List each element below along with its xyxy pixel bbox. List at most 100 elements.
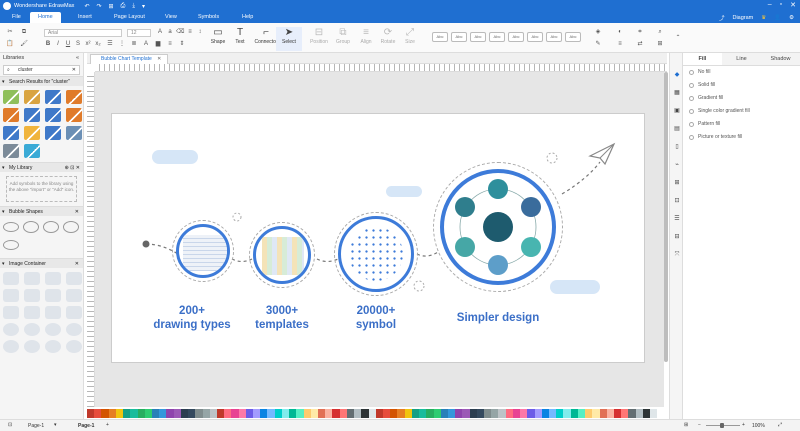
tab-home[interactable]: Home [30, 12, 61, 23]
quick-access-dropdown-icon[interactable]: ▾ [142, 3, 145, 10]
bubble-shape-thumb[interactable] [3, 222, 19, 232]
palette-swatch[interactable] [195, 409, 203, 418]
tab-line[interactable]: Line [722, 53, 761, 65]
bubble-drawing-types[interactable] [176, 224, 230, 278]
palette-swatch[interactable] [592, 409, 600, 418]
text-format-icon[interactable]: ▤ [673, 125, 681, 133]
tab-page-layout[interactable]: Page Layout [106, 12, 153, 23]
select-tool-button[interactable]: ➤ Select [276, 27, 302, 51]
font-color-icon[interactable]: A [142, 41, 150, 48]
palette-swatch[interactable] [484, 409, 492, 418]
maximize-button[interactable]: ▫ [780, 1, 782, 9]
palette-swatch[interactable] [433, 409, 441, 418]
page-layout-icon[interactable]: ⊡ [8, 422, 12, 428]
bubble-shape-thumb[interactable] [63, 221, 79, 233]
diagram-menu[interactable]: Diagram [732, 15, 753, 21]
paste-icon[interactable]: 📋 [6, 41, 14, 48]
search-result-shape[interactable] [24, 126, 40, 140]
palette-swatch[interactable] [491, 409, 499, 418]
palette-swatch[interactable] [613, 409, 622, 418]
clear-search-icon[interactable]: ✕ [72, 66, 76, 74]
palette-swatch[interactable] [599, 409, 607, 418]
font-size-select[interactable]: 12 [127, 29, 151, 37]
palette-swatch[interactable] [585, 409, 593, 418]
palette-swatch[interactable] [310, 409, 318, 418]
style-preset[interactable]: Abc [451, 32, 467, 42]
search-result-shape[interactable] [45, 108, 61, 122]
image-container-shape[interactable] [45, 272, 61, 285]
palette-swatch[interactable] [281, 409, 290, 418]
section-image-container[interactable]: ▾ Image Container ✕ [0, 258, 83, 268]
page-tab[interactable]: Page-1 [78, 423, 94, 429]
align-vertical-icon[interactable]: ⇕ [178, 41, 186, 48]
text-tool-button[interactable]: T Text [227, 27, 253, 51]
image-container-shape[interactable] [24, 340, 40, 353]
section-bubble-shapes[interactable]: ▾ Bubble Shapes ✕ [0, 206, 83, 216]
underline-icon[interactable]: U [64, 41, 72, 48]
chevron-down-icon[interactable]: ▾ [54, 422, 57, 428]
fill-icon[interactable]: ◆ [673, 71, 681, 79]
decrease-font-icon[interactable]: a [166, 29, 174, 36]
zoom-in-icon[interactable]: + [742, 422, 745, 428]
search-result-shape[interactable] [24, 90, 40, 104]
palette-swatch[interactable] [404, 409, 412, 418]
palette-swatch[interactable] [267, 409, 275, 418]
palette-swatch[interactable] [274, 409, 282, 418]
palette-swatch[interactable] [115, 409, 124, 418]
undo-icon[interactable]: ↶ [84, 3, 89, 10]
canvas-area[interactable]: 200+ drawing types 3000+ templates 20000… [95, 72, 664, 407]
palette-swatch[interactable] [123, 409, 131, 418]
image-container-shape[interactable] [3, 272, 19, 285]
bubble-shape-thumb[interactable] [3, 240, 19, 250]
palette-swatch[interactable] [159, 409, 167, 418]
table-icon[interactable]: ⊞ [673, 179, 681, 187]
subscript-icon[interactable]: x₂ [94, 41, 102, 48]
minimize-button[interactable]: – [768, 1, 772, 9]
bubble-symbol[interactable] [338, 216, 414, 292]
section-search-results[interactable]: ▾ Search Results for "cluster" [0, 76, 83, 86]
align-left-icon[interactable]: ≣ [130, 41, 138, 48]
clear-format-icon[interactable]: ⌫ [176, 29, 184, 36]
palette-swatch[interactable] [253, 409, 261, 418]
drawing-page[interactable]: 200+ drawing types 3000+ templates 20000… [111, 113, 645, 363]
search-result-shape[interactable] [66, 126, 82, 140]
search-result-shape[interactable] [3, 108, 19, 122]
library-actions-icon[interactable]: ⊕ ⊡ ✕ [65, 163, 80, 173]
palette-swatch[interactable] [411, 409, 420, 418]
image-container-shape[interactable] [66, 272, 82, 285]
library-search-input[interactable]: ⌕ cluster ✕ [3, 65, 80, 75]
image-container-shape[interactable] [45, 289, 61, 302]
palette-swatch[interactable] [87, 409, 95, 418]
collapse-ribbon-icon[interactable]: ⌃ [674, 35, 682, 42]
tab-fill[interactable]: Fill [683, 53, 722, 65]
style-preset[interactable]: Abc [489, 32, 505, 42]
palette-swatch[interactable] [520, 409, 528, 418]
style-preset[interactable]: Abc [508, 32, 524, 42]
palette-swatch[interactable] [455, 409, 463, 418]
close-icon[interactable]: ✕ [75, 259, 79, 269]
bubble-simpler-design[interactable] [440, 169, 556, 285]
image-container-shape[interactable] [24, 306, 40, 319]
palette-swatch[interactable] [642, 409, 651, 418]
layers-icon[interactable]: ☰ [673, 215, 681, 223]
fill-option-solid[interactable]: Solid fill [683, 79, 800, 92]
fill-option-gradient[interactable]: Gradient fill [683, 92, 800, 105]
fill-option-single-gradient[interactable]: Single color gradient fill [683, 105, 800, 118]
palette-swatch[interactable] [339, 409, 347, 418]
palette-swatch[interactable] [231, 409, 239, 418]
palette-swatch[interactable] [657, 409, 665, 418]
style-preset[interactable]: Abc [470, 32, 486, 42]
palette-swatch[interactable] [549, 409, 557, 418]
layer-icon[interactable]: ⊞ [656, 41, 664, 48]
palette-swatch[interactable] [144, 409, 152, 418]
image-container-shape[interactable] [45, 323, 61, 336]
fit-icon[interactable]: ⤧ [673, 251, 681, 259]
strikethrough-icon[interactable]: S [74, 41, 82, 48]
palette-swatch[interactable] [325, 409, 333, 418]
line-style-icon[interactable]: ≡ [616, 41, 624, 48]
image-container-shape[interactable] [3, 340, 19, 353]
export-icon[interactable]: ⤓ [132, 3, 135, 10]
line-color-icon[interactable]: ✎ [594, 41, 602, 48]
size-tool-button[interactable]: ⤢ Size [397, 27, 423, 51]
image-container-shape[interactable] [3, 323, 19, 336]
